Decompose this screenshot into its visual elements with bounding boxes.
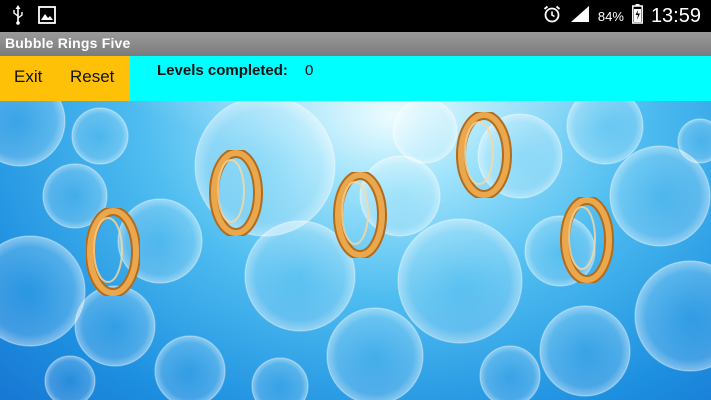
reset-button[interactable]: Reset [70,56,114,98]
status-bar: 84% 13:59 [0,0,711,32]
toolbar: Exit Reset Levels completed: 0 [0,56,711,101]
levels-completed-label: Levels completed: [157,62,288,79]
usb-icon [12,5,24,30]
battery-icon [631,3,643,29]
clock: 13:59 [650,4,701,27]
signal-icon [570,5,590,28]
title-bar: Bubble Rings Five [0,32,711,56]
battery-percent: 84% [597,8,624,24]
game-area[interactable] [0,101,711,400]
ring-2[interactable] [209,150,263,236]
ring-4[interactable] [456,112,512,198]
levels-completed-value: 0 [305,62,314,79]
ring-1[interactable] [86,208,140,296]
button-area: Exit Reset [0,56,130,101]
ring-5[interactable] [560,197,614,283]
exit-button[interactable]: Exit [14,56,42,98]
app-title: Bubble Rings Five [5,35,131,51]
ring-3[interactable] [333,172,387,258]
alarm-icon [542,4,562,29]
image-icon [38,6,56,29]
